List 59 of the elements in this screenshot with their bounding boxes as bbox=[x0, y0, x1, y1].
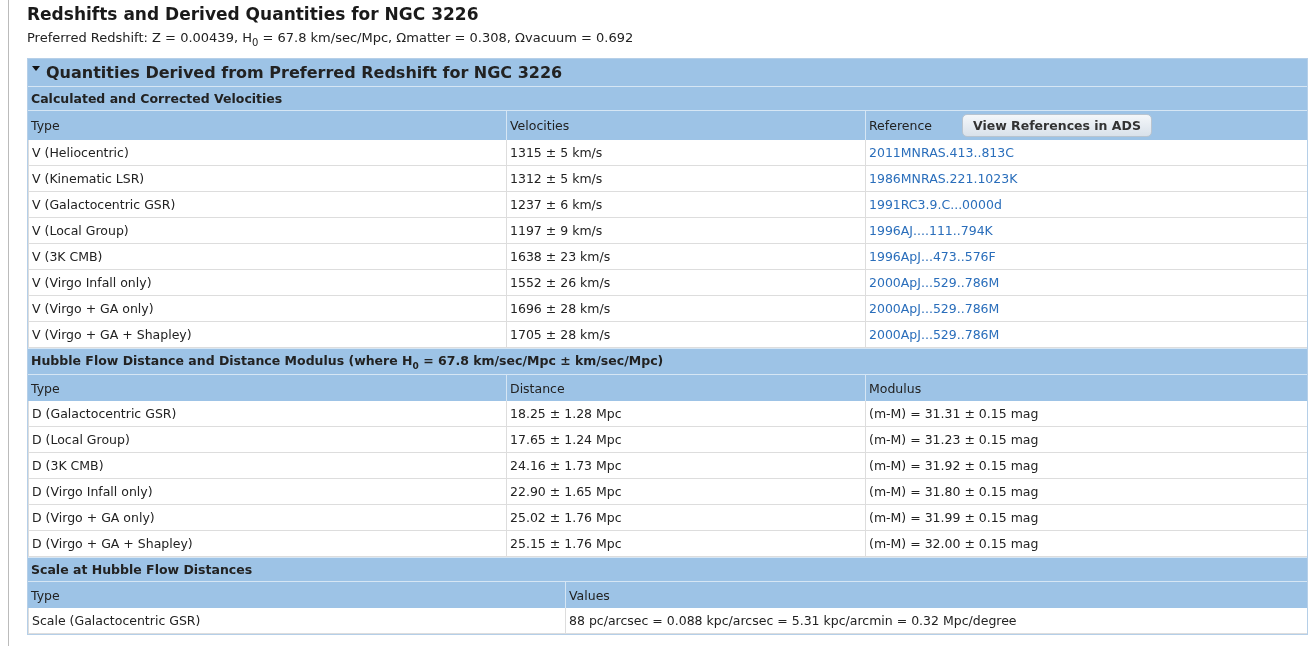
reference-link[interactable]: 1986MNRAS.221.1023K bbox=[869, 170, 1018, 186]
table-cell: 18.25 ± 1.28 Mpc bbox=[510, 406, 622, 422]
table-cell: 1197 ± 9 km/s bbox=[510, 222, 603, 238]
table-cell: V (Heliocentric) bbox=[32, 144, 129, 160]
table-cell: V (Kinematic LSR) bbox=[32, 170, 145, 186]
table-cell: 1312 ± 5 km/s bbox=[510, 170, 603, 186]
reference-link[interactable]: 1996AJ....111..794K bbox=[869, 222, 993, 238]
table-cell: 1237 ± 6 km/s bbox=[510, 196, 603, 212]
section-title: Hubble Flow Distance and Distance Modulus (where H$_{0}$ = 67.8 km/sec/Mpc ± km/sec/Mpc) bbox=[28, 347, 1307, 375]
section-title: Scale at Hubble Flow Distances bbox=[28, 557, 1307, 582]
table-cell: 1638 ± 23 km/s bbox=[510, 248, 611, 264]
table-cell: (m-M) = 32.00 ± 0.15 mag bbox=[869, 536, 1039, 552]
table-cell: Scale (Galactocentric GSR) bbox=[32, 613, 201, 629]
column-header: Modulus bbox=[869, 380, 922, 396]
reference-link[interactable]: 1996ApJ...473..576F bbox=[869, 248, 996, 264]
column-header: Type bbox=[31, 380, 60, 396]
table-cell: D (Virgo Infall only) bbox=[32, 484, 153, 500]
table-cell: D (Virgo + GA + Shapley) bbox=[32, 536, 193, 552]
table-cell: 17.65 ± 1.24 Mpc bbox=[510, 432, 622, 448]
table-cell: (m-M) = 31.92 ± 0.15 mag bbox=[869, 458, 1039, 474]
table-cell: (m-M) = 31.80 ± 0.15 mag bbox=[869, 484, 1039, 500]
section-title: Calculated and Corrected Velocities bbox=[28, 85, 1307, 110]
table-cell: D (Virgo + GA only) bbox=[32, 510, 155, 526]
table-cell: V (Local Group) bbox=[32, 222, 129, 238]
table-cell: D (Local Group) bbox=[32, 432, 130, 448]
table-cell: V (Virgo + GA + Shapley) bbox=[32, 326, 192, 342]
table-cell: D (Galactocentric GSR) bbox=[32, 406, 177, 422]
column-header: Type bbox=[31, 587, 60, 603]
table-cell: V (3K CMB) bbox=[32, 248, 103, 264]
view-references-button[interactable]: View References in ADS bbox=[961, 113, 1152, 137]
reference-link[interactable]: 2011MNRAS.413..813C bbox=[869, 144, 1014, 160]
page-title: Redshifts and Derived Quantities for NGC 3226 bbox=[27, 4, 480, 24]
reference-link[interactable]: 2000ApJ...529..786M bbox=[869, 326, 1000, 342]
table-cell: V (Virgo + GA only) bbox=[32, 300, 154, 316]
table-cell: 25.15 ± 1.76 Mpc bbox=[510, 536, 622, 552]
table-cell: V (Galactocentric GSR) bbox=[32, 196, 176, 212]
column-header: Type bbox=[31, 117, 60, 133]
column-header: Distance bbox=[510, 380, 565, 396]
table-cell: D (3K CMB) bbox=[32, 458, 104, 474]
table-cell: 22.90 ± 1.65 Mpc bbox=[510, 484, 622, 500]
column-header: Reference bbox=[869, 117, 932, 133]
table-cell: 1315 ± 5 km/s bbox=[510, 144, 603, 160]
panel-title[interactable]: Quantities Derived from Preferred Redshift for NGC 3226 bbox=[46, 62, 563, 82]
table-cell: 25.02 ± 1.76 Mpc bbox=[510, 510, 622, 526]
table-cell: (m-M) = 31.99 ± 0.15 mag bbox=[869, 510, 1039, 526]
table-cell: (m-M) = 31.31 ± 0.15 mag bbox=[869, 406, 1039, 422]
column-header: Values bbox=[569, 587, 610, 603]
table-cell: V (Virgo Infall only) bbox=[32, 274, 152, 290]
reference-link[interactable]: 2000ApJ...529..786M bbox=[869, 300, 1000, 316]
table-cell: 1696 ± 28 km/s bbox=[510, 300, 611, 316]
reference-link[interactable]: 1991RC3.9.C...0000d bbox=[869, 196, 1002, 212]
table-cell: 1552 ± 26 km/s bbox=[510, 274, 611, 290]
reference-link[interactable]: 2000ApJ...529..786M bbox=[869, 274, 1000, 290]
table-cell: 24.16 ± 1.73 Mpc bbox=[510, 458, 622, 474]
table-cell: 1705 ± 28 km/s bbox=[510, 326, 611, 342]
column-header: Velocities bbox=[510, 117, 570, 133]
table-cell: (m-M) = 31.23 ± 0.15 mag bbox=[869, 432, 1039, 448]
table-cell: 88 pc/arcsec = 0.088 kpc/arcsec = 5.31 kpc/arcmin = 0.32 Mpc/degree bbox=[569, 613, 1017, 629]
preferred-redshift-text: Preferred Redshift: Z = 0.00439, H$_{0}$ = 67.8 km/sec/Mpc, Ωmatter = 0.308, Ωvacuum = 0.692 bbox=[27, 30, 635, 48]
